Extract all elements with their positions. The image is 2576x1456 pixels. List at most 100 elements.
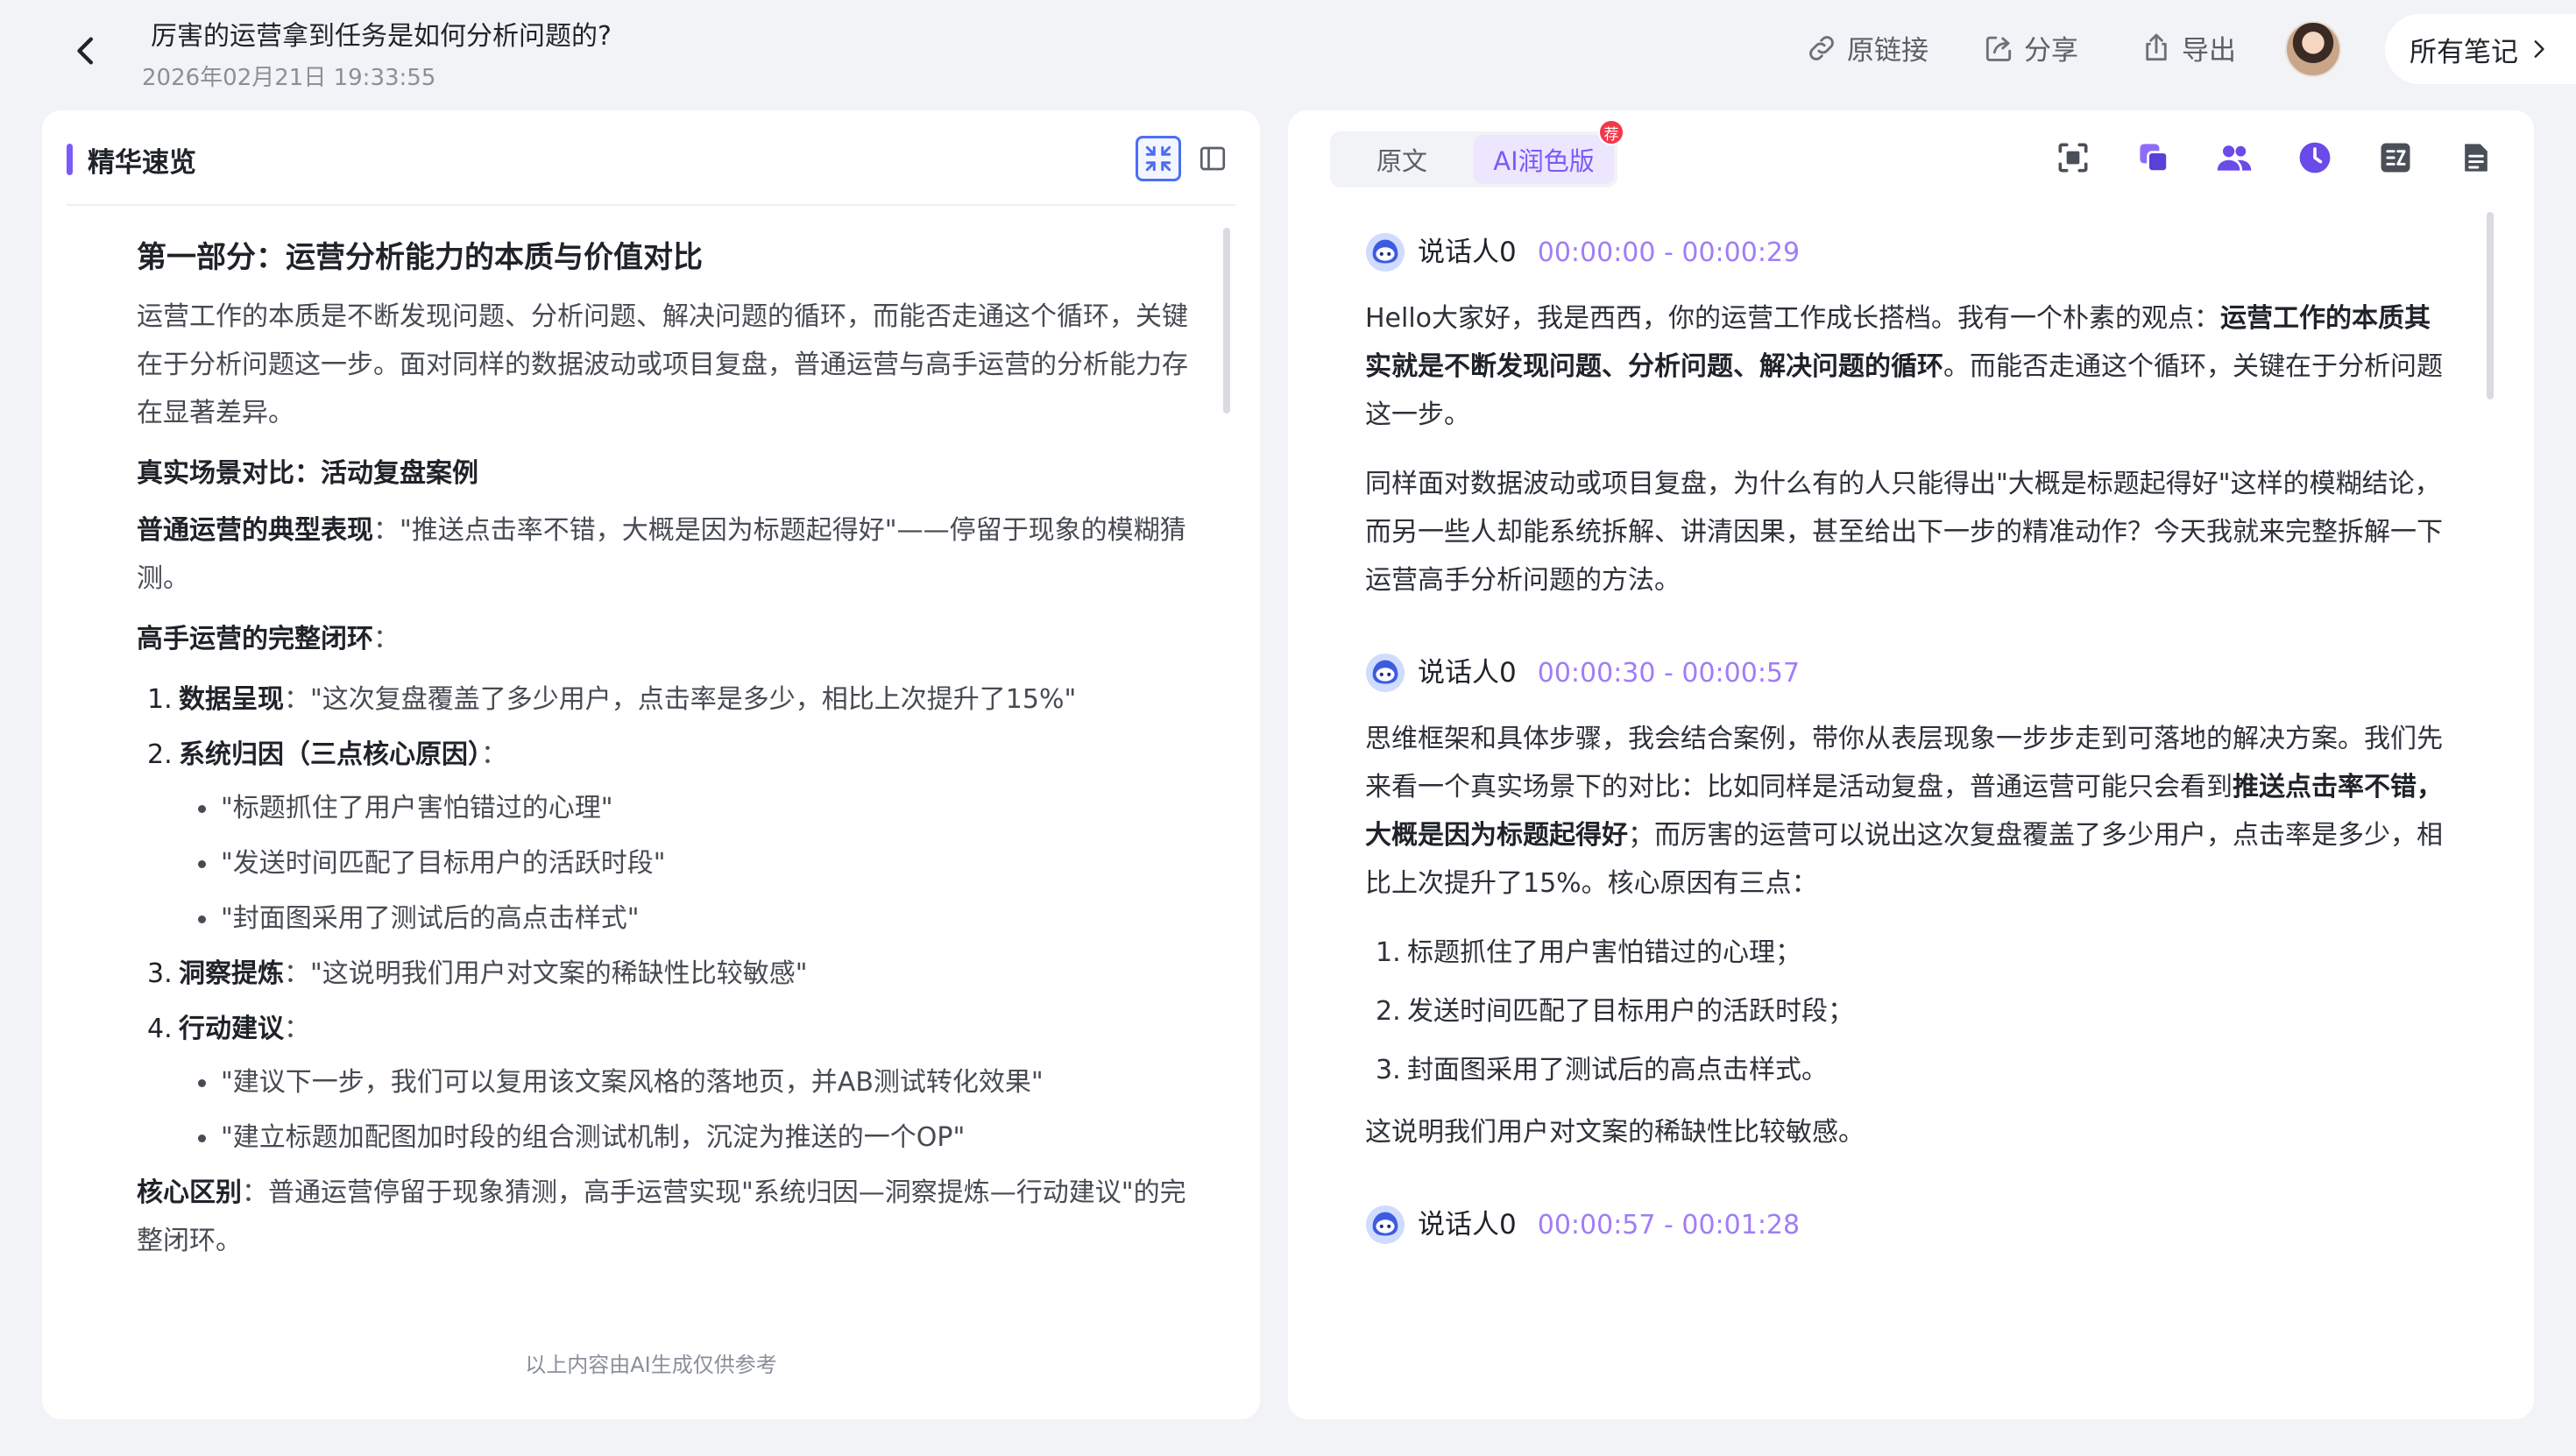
list-item: 4. 行动建议： "建议下一步，我们可以复用该文案风格的落地页，并AB测试转化效果… (137, 1005, 1206, 1162)
clock-icon (2299, 142, 2331, 173)
step-text: ："这次复盘覆盖了多少用户，点击率是多少，相比上次提升了15%" (284, 684, 1077, 715)
transcript-content: 说话人0 00:00:00 - 00:00:29 Hello大家好，我是西西，你… (1365, 224, 2445, 1293)
transcript-segment: 说话人0 00:00:00 - 00:00:29 Hello大家好，我是西西，你… (1365, 224, 2445, 604)
recommend-badge: 荐 (1598, 119, 1624, 145)
page-timestamp: 2026年02月21日 19:33:55 (142, 65, 436, 91)
share-label: 分享 (2024, 35, 2078, 67)
header-divider (67, 204, 1235, 206)
document-button[interactable] (2453, 135, 2499, 180)
export-button[interactable]: 导出 (2140, 28, 2236, 67)
original-link-button[interactable]: 原链接 (1805, 28, 1928, 67)
translate-button[interactable] (2373, 135, 2418, 180)
speaker-name: 说话人0 (1418, 1208, 1517, 1240)
transcript-paragraph: 同样面对数据波动或项目复盘，为什么有的人只能得出"大概是标题起得好"这样的模糊结… (1365, 469, 2443, 596)
screenshot-icon (2058, 143, 2088, 173)
transcript-panel: 原文 AI润色版 荐 说话人0 00:00:00 - 00:00:29 Hell… (1288, 110, 2534, 1419)
step-label: 数据呈现 (179, 684, 284, 715)
chevron-right-icon (2534, 40, 2544, 58)
step-text: ："这说明我们用户对文案的稀缺性比较敏感" (284, 958, 808, 989)
top-bar: 厉害的运营拿到任务是如何分析问题的? 2026年02月21日 19:33:55 … (0, 0, 2576, 98)
ordinary-paragraph: 普通运营的典型表现："推送点击率不错，大概是因为标题起得好"——停留于现象的模糊… (137, 506, 1206, 603)
transcript-paragraph: 这说明我们用户对文案的稀缺性比较敏感。 (1365, 1117, 1865, 1148)
page-title: 厉害的运营拿到任务是如何分析问题的? (151, 21, 612, 52)
copy-button[interactable] (2131, 135, 2176, 180)
all-notes-label: 所有笔记 (2410, 36, 2518, 68)
step-text: ： (481, 739, 507, 770)
collapse-button[interactable] (1136, 136, 1181, 181)
step-number: 2. (147, 739, 173, 770)
back-button[interactable] (61, 26, 110, 75)
robot-avatar-icon (1365, 653, 1405, 693)
chevron-left-icon (77, 37, 94, 65)
speakers-button[interactable] (2212, 135, 2257, 180)
speaker-row[interactable]: 说话人0 00:00:00 - 00:00:29 (1365, 224, 2445, 280)
sidebar-toggle-button[interactable] (1190, 136, 1235, 181)
step-number: 1. (147, 684, 173, 715)
reasons-list: "标题抓住了用户害怕错过的心理" "发送时间匹配了目标用户的活跃时段" "封面图… (179, 784, 1206, 943)
copy-icon (2140, 144, 2169, 173)
segment-time[interactable]: 00:00:30 - 00:00:57 (1538, 649, 1800, 697)
speaker-row[interactable]: 说话人0 00:00:57 - 00:01:28 (1365, 1197, 2445, 1253)
transcript-segment: 说话人0 00:00:30 - 00:00:57 思维框架和具体步骤，我会结合案… (1365, 645, 2445, 1156)
all-notes-button[interactable]: 所有笔记 (2385, 14, 2576, 84)
list-item: 2. 发送时间匹配了目标用户的活跃时段； (1365, 987, 2445, 1035)
transcript-scrollbar[interactable] (2487, 212, 2494, 399)
expert-title: 高手运营的完整闭环 (137, 624, 373, 654)
export-label: 导出 (2182, 35, 2236, 67)
intro-paragraph: 运营工作的本质是不断发现问题、分析问题、解决问题的循环，而能否走通这个循环，关键… (137, 301, 1188, 428)
list-item: "建议下一步，我们可以复用该文案风格的落地页，并AB测试转化效果" (179, 1058, 1206, 1106)
translate-icon (2381, 143, 2410, 173)
tab-ai-polished[interactable]: AI润色版 (1474, 135, 1614, 184)
suggestions-list: "建议下一步，我们可以复用该文案风格的落地页，并AB测试转化效果" "建立标题加… (179, 1058, 1206, 1162)
expert-steps: 1. 数据呈现："这次复盘覆盖了多少用户，点击率是多少，相比上次提升了15%" 2… (137, 675, 1206, 1162)
core-difference: 核心区别：普通运营停留于现象猜测，高手运营实现"系统归因—洞察提炼—行动建议"的… (137, 1169, 1206, 1265)
list-item: 1. 数据呈现："这次复盘覆盖了多少用户，点击率是多少，相比上次提升了15%" (137, 675, 1206, 724)
original-link-label: 原链接 (1847, 35, 1928, 67)
step-label: 系统归因（三点核心原因） (179, 739, 481, 770)
link-icon (1809, 35, 1834, 60)
core-diff-label: 核心区别 (137, 1177, 242, 1208)
export-icon (2146, 33, 2167, 60)
item-number: 1. (1376, 937, 1401, 968)
list-item: 3. 封面图采用了测试后的高点击样式。 (1365, 1046, 2445, 1094)
document-icon (2465, 144, 2488, 172)
screenshot-button[interactable] (2050, 135, 2096, 180)
list-item: "封面图采用了测试后的高点击样式" (179, 894, 1206, 943)
tab-original[interactable]: 原文 (1334, 135, 1470, 184)
scenario-title: 真实场景对比：活动复盘案例 (137, 458, 478, 489)
item-text: 封面图采用了测试后的高点击样式。 (1407, 1055, 1828, 1085)
step-label: 行动建议 (179, 1014, 284, 1044)
item-number: 3. (1376, 1055, 1401, 1085)
reasons-list: 1. 标题抓住了用户害怕错过的心理； 2. 发送时间匹配了目标用户的活跃时段； 3.… (1365, 929, 2445, 1094)
speaker-name: 说话人0 (1418, 656, 1517, 689)
share-icon (1985, 36, 2012, 61)
summary-panel: 精华速览 第一部分：运营分析能力的本质与价值对比 运营工作的本质是不断发现问题、… (42, 110, 1260, 1419)
share-button[interactable]: 分享 (1982, 28, 2078, 67)
segment-time[interactable]: 00:00:57 - 00:01:28 (1538, 1201, 1800, 1249)
speaker-row[interactable]: 说话人0 00:00:30 - 00:00:57 (1365, 645, 2445, 701)
list-item: 3. 洞察提炼："这说明我们用户对文案的稀缺性比较敏感" (137, 950, 1206, 998)
transcript-paragraph: Hello大家好，我是西西，你的运营工作成长搭档。我有一个朴素的观点：运营工作的… (1365, 294, 2445, 439)
user-avatar[interactable] (2285, 21, 2341, 77)
ordinary-label: 普通运营的典型表现 (137, 515, 373, 546)
sidebar-icon (1200, 146, 1226, 171)
collapse-icon (1145, 145, 1171, 172)
expert-title-line: 高手运营的完整闭环： (137, 615, 1206, 663)
ai-disclaimer: 以上内容由AI生成仅供参考 (525, 1353, 777, 1377)
summary-header: 精华速览 (42, 110, 1260, 206)
summary-scrollbar[interactable] (1223, 228, 1230, 413)
version-toggle: 原文 AI润色版 (1330, 131, 1617, 187)
timeline-button[interactable] (2292, 135, 2338, 180)
step-label: 洞察提炼 (179, 958, 284, 989)
segment-time[interactable]: 00:00:00 - 00:00:29 (1538, 229, 1800, 277)
transcript-segment: 说话人0 00:00:57 - 00:01:28 (1365, 1197, 2445, 1253)
transcript-paragraph: 思维框架和具体步骤，我会结合案例，带你从表层现象一步步走到可落地的解决方案。我们… (1365, 715, 2445, 908)
accent-bar (67, 144, 73, 175)
ordinary-sep: ： (373, 515, 400, 546)
expert-title-sep: ： (373, 624, 400, 654)
list-item: "建立标题加配图加时段的组合测试机制，沉淀为推送的一个OP" (179, 1113, 1206, 1162)
para-text: Hello大家好，我是西西，你的运营工作成长搭档。我有一个朴素的观点： (1365, 303, 2221, 334)
item-text: 发送时间匹配了目标用户的活跃时段； (1407, 996, 1854, 1027)
list-item: "发送时间匹配了目标用户的活跃时段" (179, 839, 1206, 887)
summary-title: 精华速览 (88, 147, 196, 179)
